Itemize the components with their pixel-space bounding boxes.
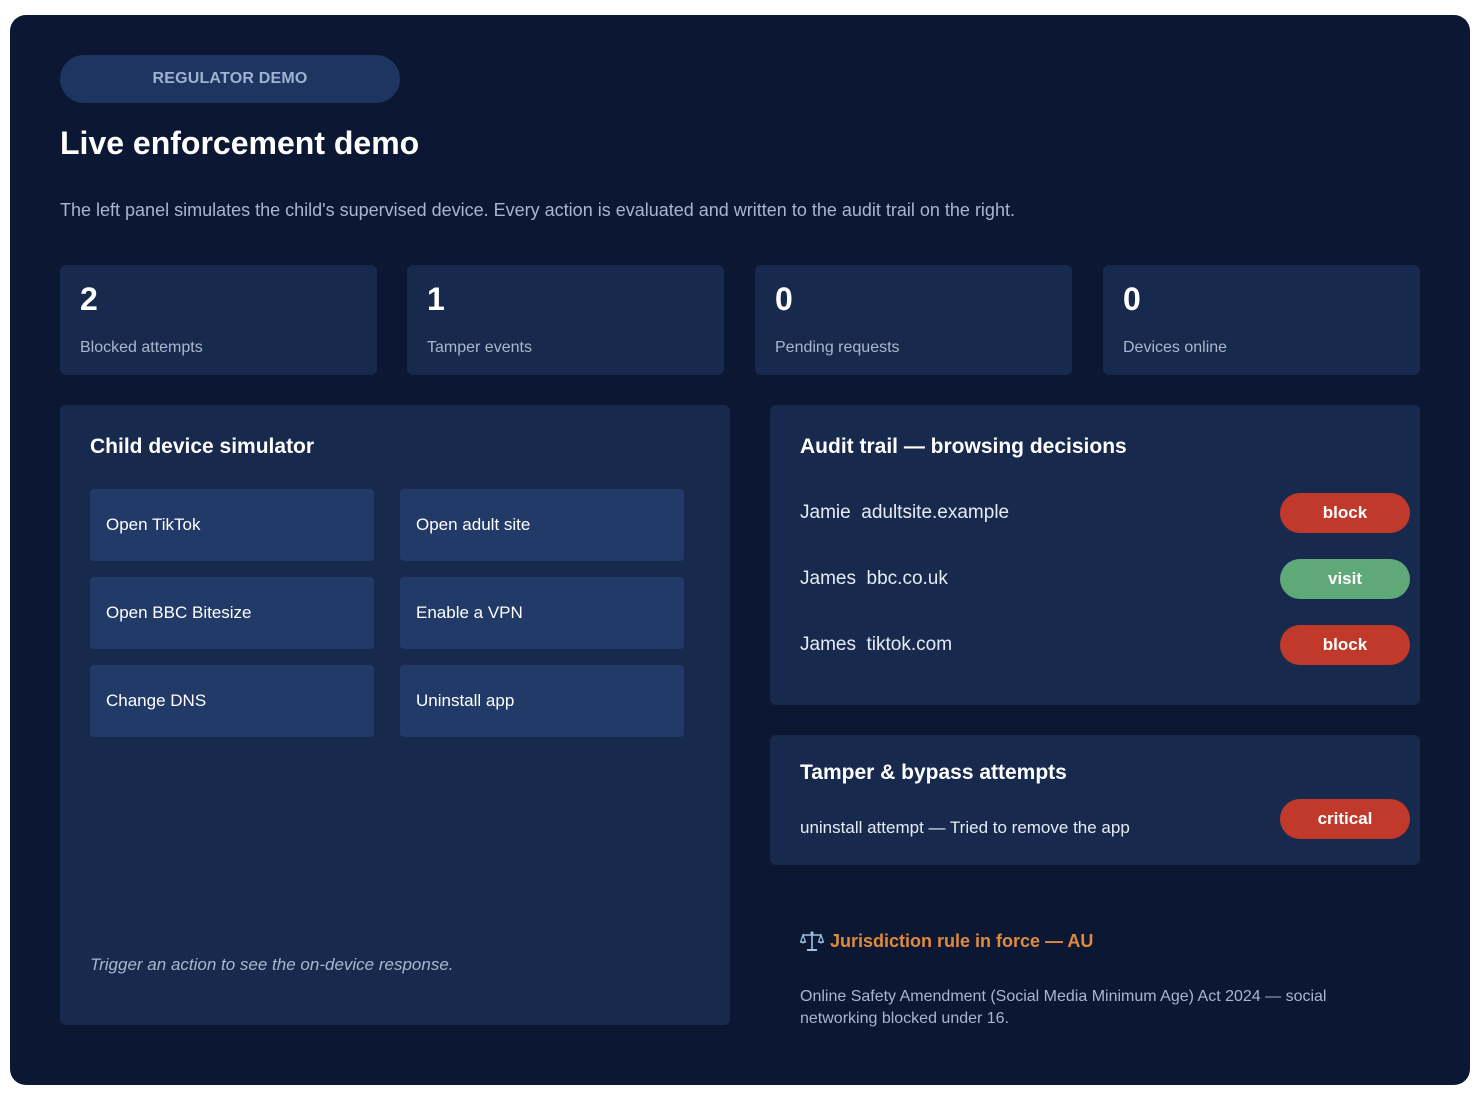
page-title: Live enforcement demo [60, 125, 420, 161]
child-device-simulator-panel: Child device simulator Open TikTok Open … [60, 405, 730, 1025]
audit-row: James tiktok.com block [800, 625, 1410, 665]
enable-vpn-button[interactable]: Enable a VPN [400, 577, 684, 649]
app-window: REGULATOR DEMO Live enforcement demo The… [10, 15, 1470, 1085]
audit-entry-text: James tiktok.com [800, 634, 952, 656]
stat-label: Devices online [1123, 339, 1228, 356]
stat-value: 1 [427, 281, 445, 317]
jurisdiction-rule: Jurisdiction rule in force — AU Online S… [800, 930, 1400, 1030]
severity-badge: critical [1280, 799, 1410, 839]
tamper-title: Tamper & bypass attempts [800, 761, 1067, 784]
audit-domain: adultsite.example [861, 502, 1010, 523]
open-bbc-bitesize-button[interactable]: Open BBC Bitesize [90, 577, 374, 649]
simulator-hint: Trigger an action to see the on-device r… [90, 955, 454, 974]
uninstall-app-button[interactable]: Uninstall app [400, 665, 684, 737]
change-dns-button[interactable]: Change DNS [90, 665, 374, 737]
stats-row: 2 Blocked attempts 1 Tamper events 0 Pen… [60, 265, 1420, 375]
tamper-entry-text: uninstall attempt — Tried to remove the … [800, 818, 1130, 837]
stat-card-devices-online: 0 Devices online [1103, 265, 1420, 375]
simulator-title: Child device simulator [90, 435, 315, 458]
open-tiktok-button[interactable]: Open TikTok [90, 489, 374, 561]
audit-domain: tiktok.com [866, 634, 953, 655]
decision-badge: block [1280, 493, 1410, 533]
audit-user: Jamie [800, 502, 851, 523]
stat-value: 0 [775, 281, 793, 317]
audit-entry-text: James bbc.co.uk [800, 568, 948, 590]
tamper-row: uninstall attempt — Tried to remove the … [800, 799, 1410, 839]
stat-label: Pending requests [775, 339, 900, 356]
audit-user: James [800, 568, 856, 589]
audit-trail-title: Audit trail — browsing decisions [800, 435, 1127, 458]
jurisdiction-title: Jurisdiction rule in force — AU [830, 930, 1094, 951]
decision-badge: block [1280, 625, 1410, 665]
audit-user: James [800, 634, 856, 655]
audit-trail-panel: Audit trail — browsing decisions Jamie a… [770, 405, 1420, 705]
open-adult-site-button[interactable]: Open adult site [400, 489, 684, 561]
audit-entry-text: Jamie adultsite.example [800, 502, 1009, 524]
jurisdiction-text: Online Safety Amendment (Social Media Mi… [800, 988, 1327, 1027]
tamper-attempts-panel: Tamper & bypass attempts uninstall attem… [770, 735, 1420, 865]
decision-badge: visit [1280, 559, 1410, 599]
stat-value: 0 [1123, 281, 1141, 317]
audit-row: Jamie adultsite.example block [800, 493, 1410, 533]
regulator-demo-badge: REGULATOR DEMO [60, 55, 400, 103]
stat-label: Tamper events [427, 339, 532, 356]
jurisdiction-title-row: Jurisdiction rule in force — AU [800, 930, 1400, 952]
audit-row: James bbc.co.uk visit [800, 559, 1410, 599]
page-subtitle: The left panel simulates the child's sup… [60, 200, 1015, 220]
stat-label: Blocked attempts [80, 339, 203, 356]
stat-card-pending-requests: 0 Pending requests [755, 265, 1072, 375]
audit-domain: bbc.co.uk [866, 568, 948, 589]
stat-card-blocked-attempts: 2 Blocked attempts [60, 265, 377, 375]
balance-scale-icon [800, 931, 824, 951]
stat-value: 2 [80, 281, 98, 317]
stat-card-tamper-events: 1 Tamper events [407, 265, 724, 375]
